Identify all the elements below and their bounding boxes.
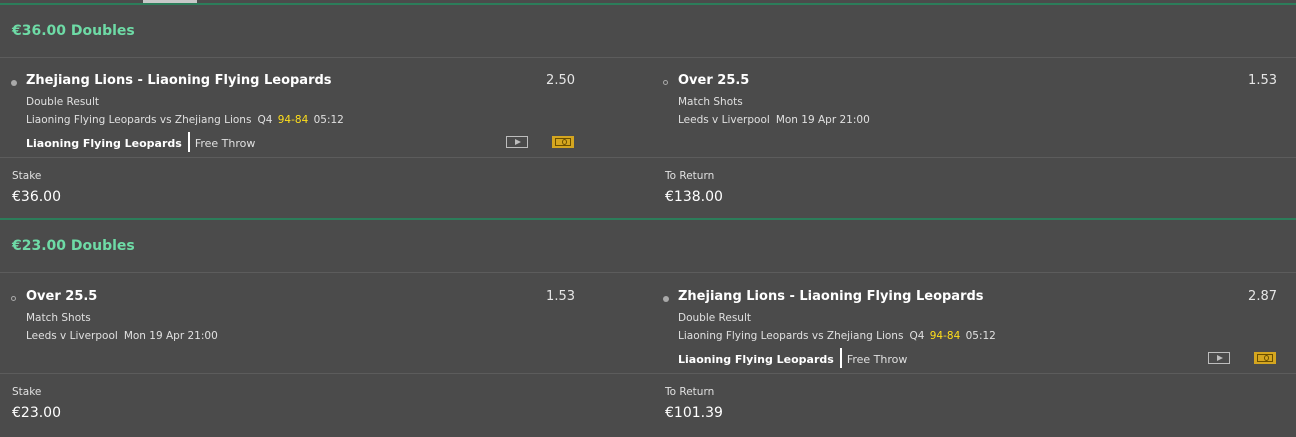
- bet-selection: Over 25.5 1.53 Match Shots Leeds v Liver…: [663, 73, 1278, 173]
- to-return-label: To Return: [665, 170, 715, 182]
- incident-type: Free Throw: [194, 137, 256, 150]
- stake-value: €36.00: [12, 189, 61, 205]
- to-return-value: €138.00: [665, 189, 723, 205]
- bet-selection: Over 25.5 1.53 Match Shots Leeds v Liver…: [11, 289, 576, 389]
- event-name: Liaoning Flying Leopards vs Zhejiang Lio…: [26, 114, 252, 126]
- incident-divider: [839, 348, 842, 368]
- incident-team: Liaoning Flying Leopards: [26, 137, 182, 150]
- live-score: 94-84: [277, 114, 309, 126]
- bet-title: €23.00 Doubles: [12, 238, 135, 254]
- event-datetime: Mon 19 Apr 21:00: [123, 330, 218, 342]
- selection-market: Double Result: [26, 96, 99, 108]
- selection-odds: 1.53: [1248, 73, 1277, 88]
- selection-name: Zhejiang Lions - Liaoning Flying Leopard…: [678, 289, 984, 304]
- bet-card: €23.00 Doubles Over 25.5 1.53 Match Shot…: [0, 218, 1296, 437]
- prematch-status-bullet-icon: [11, 296, 16, 301]
- selection-odds: 2.50: [546, 73, 575, 88]
- event-datetime: Mon 19 Apr 21:00: [775, 114, 870, 126]
- selection-event: Liaoning Flying Leopards vs Zhejiang Lio…: [678, 330, 996, 342]
- bet-card-header[interactable]: €36.00 Doubles: [0, 5, 1296, 58]
- stake-divider: [0, 157, 1296, 158]
- match-pitch-icon[interactable]: [552, 136, 574, 148]
- event-clock: 05:12: [965, 330, 996, 342]
- selection-event: Leeds v Liverpool Mon 19 Apr 21:00: [26, 330, 218, 342]
- live-status-bullet-icon: [663, 296, 669, 302]
- event-name: Liaoning Flying Leopards vs Zhejiang Lio…: [678, 330, 904, 342]
- video-play-icon[interactable]: [1208, 352, 1230, 364]
- stake-divider: [0, 373, 1296, 374]
- selection-event: Leeds v Liverpool Mon 19 Apr 21:00: [678, 114, 870, 126]
- event-name: Leeds v Liverpool: [26, 330, 118, 342]
- stake-label: Stake: [12, 386, 42, 398]
- stake-value: €23.00: [12, 405, 61, 421]
- to-return-value: €101.39: [665, 405, 723, 421]
- selection-event: Liaoning Flying Leopards vs Zhejiang Lio…: [26, 114, 344, 126]
- live-incident: Liaoning Flying Leopards Free Throw: [678, 348, 908, 370]
- selection-market: Double Result: [678, 312, 751, 324]
- bet-card-header[interactable]: €23.00 Doubles: [0, 220, 1296, 273]
- selection-name: Over 25.5: [678, 73, 750, 88]
- live-score: 94-84: [929, 330, 961, 342]
- to-return-label: To Return: [665, 386, 715, 398]
- video-play-icon[interactable]: [506, 136, 528, 148]
- selection-name: Over 25.5: [26, 289, 98, 304]
- incident-team: Liaoning Flying Leopards: [678, 353, 834, 366]
- event-period: Q4: [257, 114, 273, 126]
- bet-card: €36.00 Doubles Zhejiang Lions - Liaoning…: [0, 3, 1296, 219]
- incident-type: Free Throw: [846, 353, 908, 366]
- bet-selection: Zhejiang Lions - Liaoning Flying Leopard…: [11, 73, 576, 173]
- stake-label: Stake: [12, 170, 42, 182]
- bet-selection: Zhejiang Lions - Liaoning Flying Leopard…: [663, 289, 1278, 389]
- live-status-bullet-icon: [11, 80, 17, 86]
- live-incident: Liaoning Flying Leopards Free Throw: [26, 132, 256, 154]
- selection-odds: 1.53: [546, 289, 575, 304]
- selection-market: Match Shots: [678, 96, 743, 108]
- match-pitch-icon[interactable]: [1254, 352, 1276, 364]
- selection-market: Match Shots: [26, 312, 91, 324]
- event-period: Q4: [909, 330, 925, 342]
- prematch-status-bullet-icon: [663, 80, 668, 85]
- bet-title: €36.00 Doubles: [12, 23, 135, 39]
- event-clock: 05:12: [313, 114, 344, 126]
- selection-odds: 2.87: [1248, 289, 1277, 304]
- incident-divider: [187, 132, 190, 152]
- selection-name: Zhejiang Lions - Liaoning Flying Leopard…: [26, 73, 332, 88]
- event-name: Leeds v Liverpool: [678, 114, 770, 126]
